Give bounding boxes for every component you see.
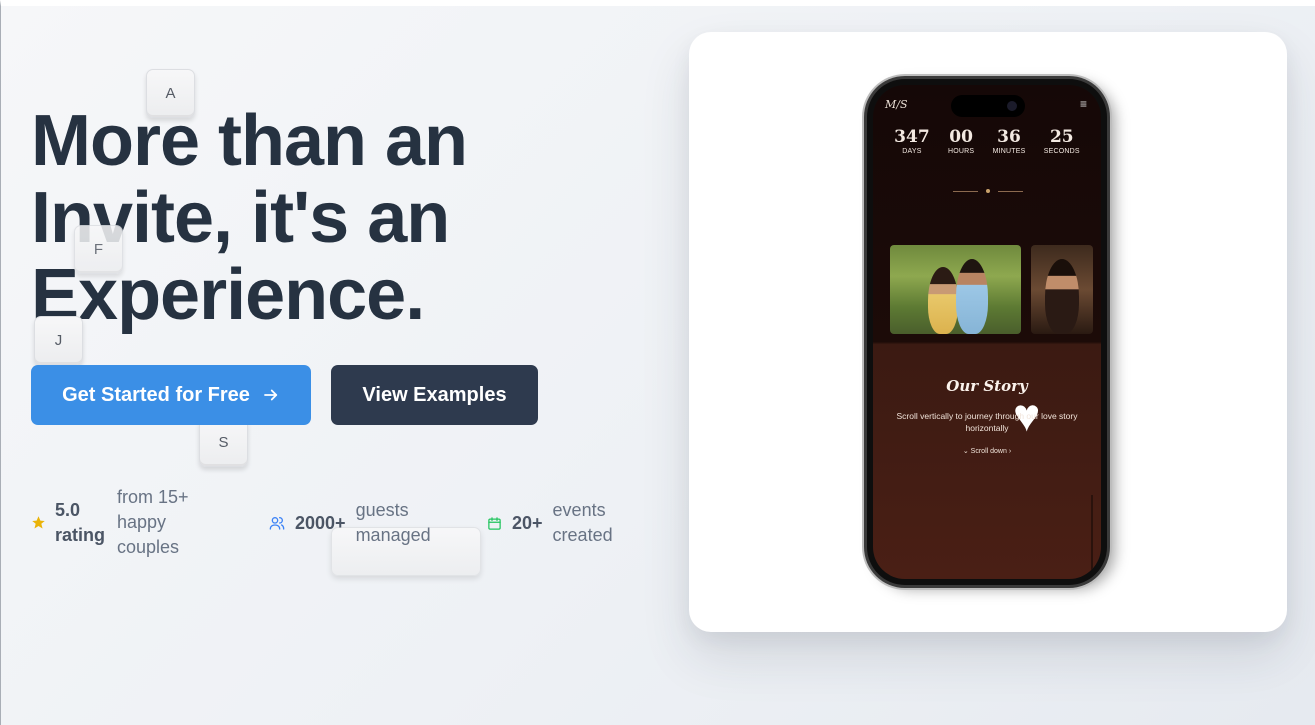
hamburger-menu-icon[interactable]: ≡ bbox=[1080, 97, 1087, 111]
rating-desc-line1: from 15+ bbox=[117, 487, 189, 507]
countdown-days-value: 347 bbox=[894, 127, 930, 147]
countdown-seconds-label: SECONDS bbox=[1043, 148, 1080, 155]
events-value: 20+ bbox=[512, 512, 543, 533]
countdown-hours-value: 00 bbox=[949, 127, 973, 147]
keycap-a: A bbox=[146, 69, 195, 118]
scroll-hint[interactable]: ⌄ Scroll down › bbox=[873, 447, 1101, 455]
keycap-s: S bbox=[199, 418, 248, 467]
chevron-down-icon: ⌄ bbox=[962, 448, 969, 455]
phone-mockup: M/S ≡ 347 DAYS 00 HOURS 36 MINUTES 25 SE… bbox=[867, 79, 1107, 585]
bride-photo[interactable] bbox=[1031, 245, 1093, 334]
countdown-minutes: 36 MINUTES bbox=[993, 127, 1026, 155]
chevron-right-icon: › bbox=[1008, 448, 1012, 455]
countdown-days-label: DAYS bbox=[902, 148, 922, 155]
phone-screen: M/S ≡ 347 DAYS 00 HOURS 36 MINUTES 25 SE… bbox=[873, 85, 1101, 579]
invite-logo: M/S bbox=[885, 98, 908, 111]
rating-desc-line3: couples bbox=[117, 537, 180, 557]
story-text: Scroll vertically to journey through our… bbox=[896, 411, 1078, 433]
rating-value: 5.0 bbox=[55, 499, 81, 520]
guests-value: 2000+ bbox=[295, 512, 346, 533]
arrow-right-icon bbox=[262, 386, 280, 404]
rating-label: rating bbox=[55, 524, 106, 545]
keycap-j: J bbox=[34, 316, 83, 365]
hero-title: More than an Invite, it's an Experience. bbox=[31, 101, 468, 334]
countdown-minutes-label: MINUTES bbox=[992, 148, 1026, 155]
countdown-hours-label: HOURS bbox=[947, 148, 975, 155]
events-desc-line2: created bbox=[552, 525, 613, 545]
countdown-seconds: 25 SECONDS bbox=[1044, 127, 1080, 155]
countdown-minutes-value: 36 bbox=[997, 127, 1021, 147]
scroll-hint-label: Scroll down bbox=[970, 448, 1007, 455]
countdown-seconds-value: 25 bbox=[1049, 127, 1074, 147]
countdown-days: 347 DAYS bbox=[894, 127, 930, 155]
star-icon bbox=[31, 515, 46, 530]
countdown: 347 DAYS 00 HOURS 36 MINUTES 25 SECONDS bbox=[873, 127, 1101, 155]
stat-events: 20+ events created bbox=[487, 498, 613, 548]
view-examples-label: View Examples bbox=[362, 383, 507, 406]
stat-rating: 5.0 rating from 15+ happy couples bbox=[31, 485, 189, 560]
events-desc-line1: events bbox=[552, 500, 606, 520]
story-title: Our Story bbox=[946, 377, 1028, 395]
phone-scrollbar[interactable] bbox=[1091, 495, 1093, 575]
hero-title-line1: More than an bbox=[31, 101, 468, 181]
get-started-label: Get Started for Free bbox=[62, 383, 250, 406]
users-icon bbox=[269, 515, 285, 531]
dynamic-island bbox=[951, 95, 1025, 117]
guests-desc-line1: guests bbox=[355, 500, 409, 520]
view-examples-button[interactable]: View Examples bbox=[331, 365, 538, 425]
ornament-divider bbox=[953, 189, 1023, 195]
couple-photo[interactable] bbox=[890, 245, 1021, 334]
countdown-hours: 00 HOURS bbox=[948, 127, 974, 155]
stat-guests: 2000+ guests managed bbox=[269, 498, 431, 548]
guests-desc-line2: managed bbox=[355, 525, 431, 545]
calendar-icon bbox=[487, 516, 502, 531]
keycap-f: F bbox=[74, 225, 123, 274]
get-started-button[interactable]: Get Started for Free bbox=[31, 365, 311, 425]
rating-desc-line2: happy bbox=[117, 512, 167, 532]
